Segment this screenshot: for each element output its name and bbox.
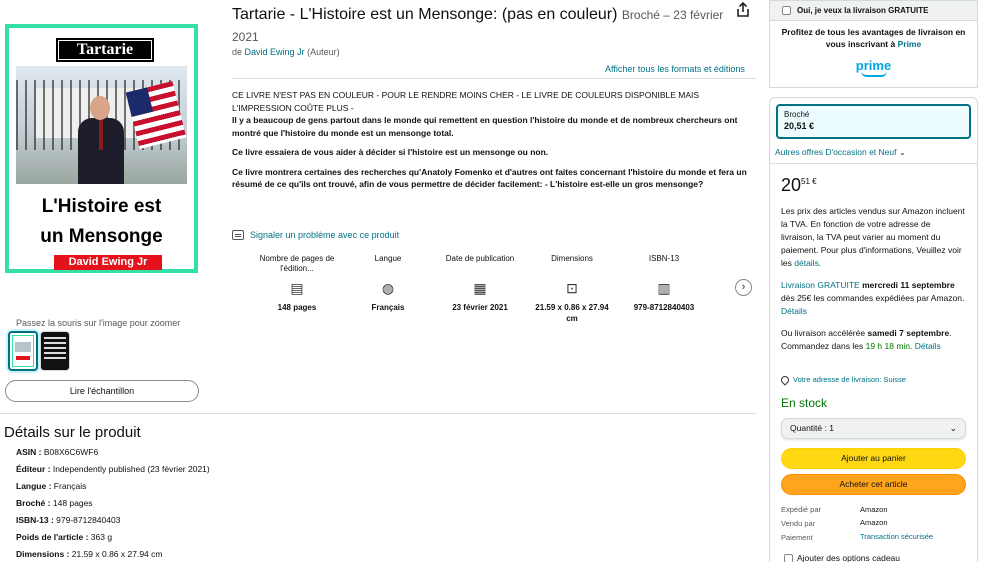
countdown: 19 h 18 min (865, 341, 911, 351)
detail-row: ASIN : B08X6C6WF6 (16, 447, 99, 457)
add-to-cart-button[interactable]: Ajouter au panier (781, 448, 966, 469)
location-pin-icon (779, 373, 791, 386)
cover-author: David Ewing Jr (54, 255, 162, 270)
zoom-hint: Passez la souris sur l'image pour zoomer (16, 318, 181, 328)
format-year: 2021 (232, 30, 259, 44)
gift-options[interactable]: Ajouter des options cadeau (784, 553, 900, 562)
payment-label: Paiement (781, 533, 813, 542)
buy-now-button[interactable]: Acheter cet article (781, 474, 966, 495)
product-main-image[interactable]: Tartarie L'Histoire est un Mensonge Davi… (5, 24, 198, 273)
cover-headline: L'Histoire est un Mensonge (40, 196, 163, 247)
fast-delivery-info: Ou livraison accélérée samedi 7 septembr… (781, 328, 952, 351)
prime-offer-box: Oui, je veux la livraison GRATUITE Profi… (769, 0, 978, 88)
stock-status: En stock (781, 396, 828, 410)
prime-logo[interactable]: prime (770, 58, 977, 77)
gift-options-checkbox[interactable] (784, 553, 793, 562)
details-heading: Détails sur le produit (4, 424, 141, 441)
carousel-next-icon[interactable]: › (735, 279, 752, 296)
attribute-pages: Nombre de pages de l'édition... ▤ 148 pa… (257, 254, 337, 313)
shipped-by-label: Expédié par (781, 505, 822, 514)
attribute-isbn: ISBN-13 ▥ 979-8712840403 (624, 254, 704, 313)
calendar-icon: ▦ (473, 280, 487, 296)
chevron-down-icon: ⌄ (898, 147, 906, 157)
free-delivery-info: Livraison GRATUITE mercredi 11 septembre… (781, 280, 965, 316)
price: 2051 € (781, 175, 817, 195)
read-sample-button[interactable]: Lire l'échantillon (5, 380, 199, 402)
pages-icon: ▤ (290, 280, 304, 296)
format-date: Broché – 23 février (621, 8, 724, 22)
detail-row: Broché : 148 pages (16, 498, 93, 508)
report-icon (232, 230, 244, 240)
product-title: Tartarie - L'Histoire est un Mensonge: (… (232, 6, 724, 23)
report-problem[interactable]: Signaler un problème avec ce produit (232, 230, 399, 240)
sold-by-label: Vendu par (781, 519, 816, 528)
author-link[interactable]: David Ewing Jr (245, 47, 305, 57)
product-description: CE LIVRE N'EST PAS EN COULEUR - POUR LE … (232, 90, 747, 189)
prime-link[interactable]: Prime (898, 39, 922, 49)
shipped-by-value: Amazon (860, 505, 888, 514)
globe-icon: ◍ (381, 280, 395, 296)
sold-by-value: Amazon (860, 518, 888, 527)
detail-row: Dimensions : 21.59 x 0.86 x 27.94 cm (16, 549, 163, 559)
tax-info: Les prix des articles vendus sur Amazon … (781, 206, 965, 268)
free-delivery-checkbox[interactable] (782, 6, 791, 15)
detail-row: Langue : Français (16, 481, 87, 491)
attribute-language: Langue ◍ Français (348, 254, 428, 313)
format-selector-paperback[interactable]: Broché 20,51 € (776, 104, 971, 139)
delivery-details-link[interactable]: Détails (781, 306, 807, 316)
cover-title-box: Tartarie (56, 38, 154, 62)
ruler-icon: ⊡ (566, 280, 578, 296)
detail-row: ISBN-13 : 979-8712840403 (16, 515, 121, 525)
free-delivery-option[interactable]: Oui, je veux la livraison GRATUITE (770, 1, 977, 21)
cover-photo (16, 66, 187, 184)
all-formats-link[interactable]: Afficher tous les formats et éditions (605, 64, 745, 74)
report-link[interactable]: Signaler un problème avec ce produit (250, 230, 399, 240)
delivery-location[interactable]: Votre adresse de livraison: Suisse (779, 373, 906, 386)
barcode-icon: ▥ (657, 280, 671, 296)
divider (770, 163, 977, 164)
detail-row: Éditeur : Independently published (23 fé… (16, 464, 210, 474)
fast-delivery-details-link[interactable]: Détails (915, 341, 941, 351)
divider (0, 413, 756, 414)
attribute-dimensions: Dimensions ⊡ 21.59 x 0.86 x 27.94 cm (532, 254, 612, 324)
quantity-select[interactable]: Quantité : 1 ⌄ (781, 418, 966, 439)
cover-title: Tartarie (59, 41, 151, 59)
chevron-down-icon: ⌄ (949, 423, 957, 433)
thumbnail-back[interactable] (40, 331, 70, 371)
prime-text: Profitez de tous les avantages de livrai… (781, 27, 966, 49)
thumbnail-front[interactable] (8, 331, 38, 371)
attribute-publication-date: Date de publication ▦ 23 février 2021 (440, 254, 520, 313)
tax-details-link[interactable]: détails (794, 258, 819, 268)
divider (232, 78, 756, 79)
byline: de David Ewing Jr (Auteur) (232, 47, 340, 57)
share-icon[interactable] (732, 0, 754, 20)
detail-row: Poids de l'article : 363 g (16, 532, 113, 542)
payment-link[interactable]: Transaction sécurisée (860, 532, 933, 541)
other-offers-link[interactable]: Autres offres D'occasion et Neuf ⌄ (775, 147, 906, 158)
